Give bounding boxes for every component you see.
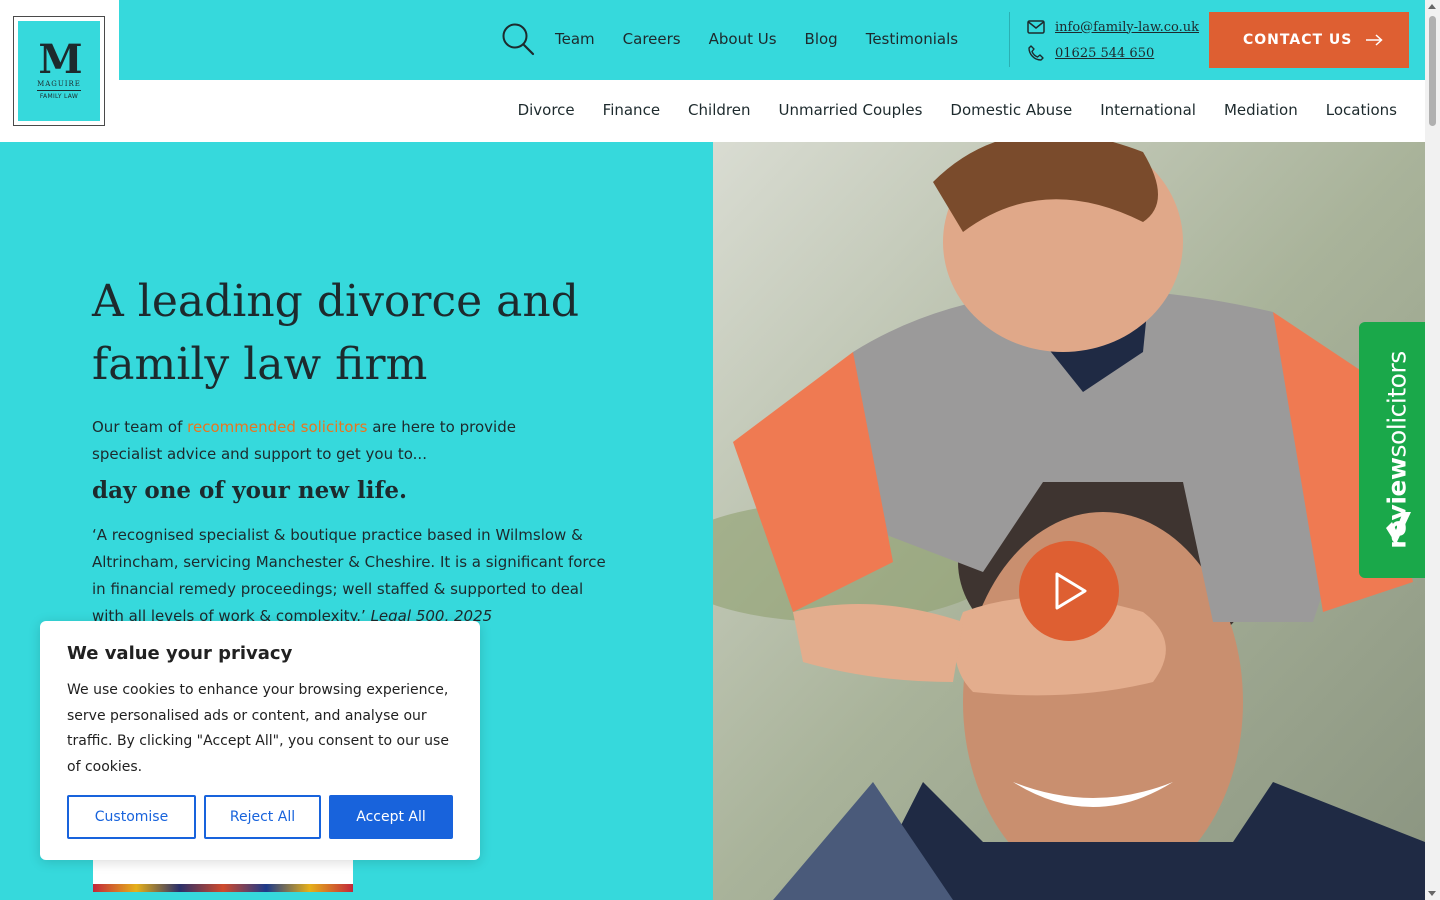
logo-name: MAGUIRE	[37, 80, 81, 91]
quote-text: ‘A recognised specialist & boutique prac…	[92, 526, 606, 625]
nav-item-children[interactable]: Children	[688, 100, 750, 120]
contact-us-button[interactable]: CONTACT US	[1209, 12, 1409, 68]
logo-inner: M MAGUIRE FAMILY LAW	[18, 21, 100, 121]
review-badge-text: reviewsolicitors	[1383, 351, 1412, 549]
hero-title: A leading divorce and family law firm	[92, 276, 579, 390]
top-bar: Team Careers About Us Blog Testimonials …	[119, 0, 1425, 80]
page-scrollbar[interactable]	[1425, 0, 1440, 900]
phone-line[interactable]: 01625 544 650	[1027, 40, 1199, 66]
main-nav-links: Divorce Finance Children Unmarried Coupl…	[490, 100, 1397, 120]
nav-item-domestic-abuse[interactable]: Domestic Abuse	[950, 100, 1072, 120]
review-badge-bold: review	[1382, 457, 1412, 549]
top-link-about-us[interactable]: About Us	[709, 29, 777, 49]
search-icon[interactable]	[501, 22, 535, 56]
mail-icon	[1027, 20, 1045, 34]
logo-mark: M	[38, 36, 82, 83]
hero-intro-start: Our team of	[92, 418, 188, 436]
top-link-careers[interactable]: Careers	[623, 29, 681, 49]
phone-link[interactable]: 01625 544 650	[1055, 46, 1154, 61]
nav-item-locations[interactable]: Locations	[1326, 100, 1397, 120]
top-links: Team Careers About Us Blog Testimonials	[555, 29, 986, 49]
logo[interactable]: M MAGUIRE FAMILY LAW	[0, 0, 119, 142]
review-badge-light: solicitors	[1382, 351, 1412, 458]
hero-photo-illustration	[713, 142, 1425, 900]
nav-item-international[interactable]: International	[1100, 100, 1196, 120]
cookie-title: We value your privacy	[67, 643, 293, 664]
scroll-down-arrow[interactable]	[1428, 891, 1436, 896]
contact-info: info@family-law.co.uk 01625 544 650	[1027, 14, 1199, 66]
cookie-buttons: Customise Reject All Accept All	[67, 795, 453, 839]
cookie-consent-dialog: We value your privacy We use cookies to …	[40, 621, 480, 860]
cookie-body: We use cookies to enhance your browsing …	[67, 682, 449, 775]
play-icon	[1055, 572, 1087, 610]
top-link-testimonials[interactable]: Testimonials	[866, 29, 958, 49]
main-nav: Divorce Finance Children Unmarried Coupl…	[119, 80, 1425, 142]
award-card-image-strip	[93, 884, 353, 892]
nav-item-divorce[interactable]: Divorce	[518, 100, 575, 120]
scroll-thumb[interactable]	[1429, 16, 1436, 126]
accept-all-button[interactable]: Accept All	[329, 795, 453, 839]
hero-quote: ‘A recognised specialist & boutique prac…	[92, 522, 612, 630]
top-link-team[interactable]: Team	[555, 29, 595, 49]
reject-all-button[interactable]: Reject All	[204, 795, 321, 839]
customise-button[interactable]: Customise	[67, 795, 196, 839]
hero-intro: Our team of recommended solicitors are h…	[92, 414, 542, 468]
email-line[interactable]: info@family-law.co.uk	[1027, 14, 1199, 40]
nav-item-finance[interactable]: Finance	[603, 100, 660, 120]
hero-subheading: day one of your new life.	[92, 477, 408, 504]
top-link-blog[interactable]: Blog	[805, 29, 838, 49]
email-link[interactable]: info@family-law.co.uk	[1055, 20, 1199, 35]
top-divider	[1009, 12, 1010, 67]
logo-frame: M MAGUIRE FAMILY LAW	[13, 16, 105, 126]
scroll-up-arrow[interactable]	[1428, 4, 1436, 9]
play-video-button[interactable]	[1019, 541, 1119, 641]
arrow-right-icon	[1366, 34, 1383, 46]
contact-us-label: CONTACT US	[1243, 32, 1353, 48]
recommended-solicitors-link[interactable]: recommended solicitors	[187, 418, 367, 436]
phone-icon	[1028, 45, 1044, 61]
logo-subtitle: FAMILY LAW	[39, 93, 79, 100]
nav-item-mediation[interactable]: Mediation	[1224, 100, 1298, 120]
nav-item-unmarried-couples[interactable]: Unmarried Couples	[778, 100, 922, 120]
hero-image	[713, 142, 1425, 900]
